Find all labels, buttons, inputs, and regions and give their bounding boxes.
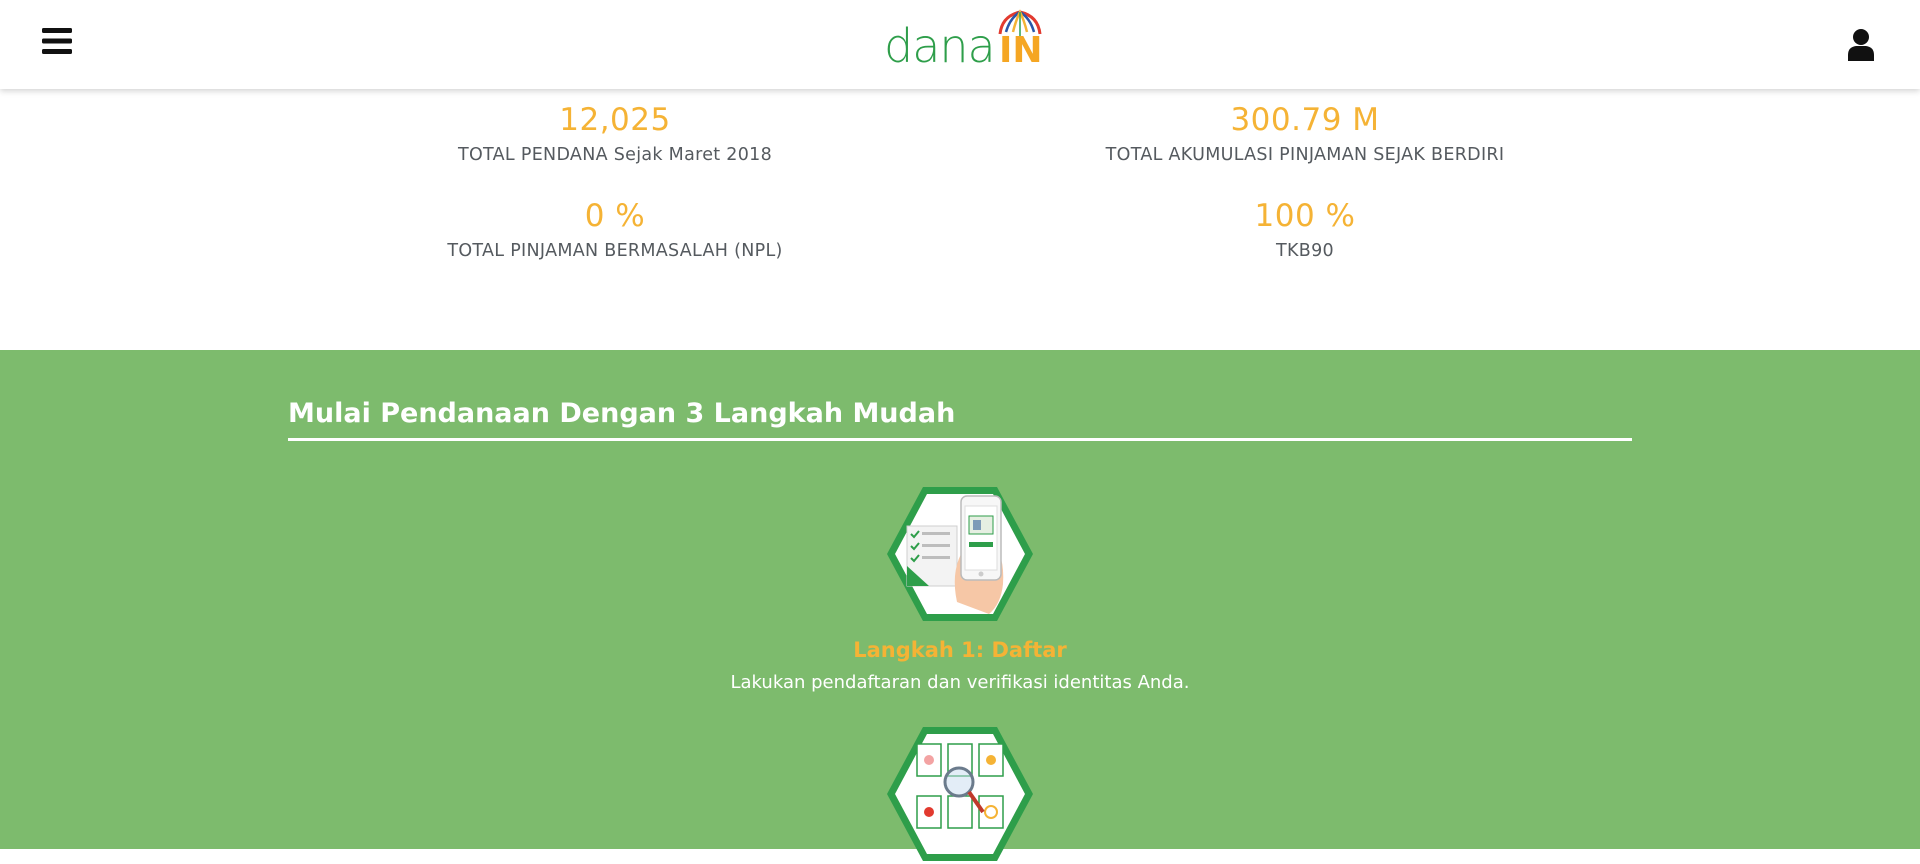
step-title: Langkah 1: Daftar (853, 638, 1067, 662)
svg-text:IN: IN (999, 30, 1042, 70)
stat-label: TOTAL AKUMULASI PINJAMAN SEJAK BERDIRI (1105, 145, 1505, 165)
stat-total-akumulasi: 300.79 M TOTAL AKUMULASI PINJAMAN SEJAK … (955, 101, 1655, 167)
stat-tkb90: 100 % TKB90 (955, 197, 1655, 263)
section-title: Mulai Pendanaan Dengan 3 Langkah Mudah (288, 398, 956, 429)
stat-value: 0 % (584, 198, 646, 234)
phone-registration-icon (887, 487, 1033, 621)
user-icon[interactable] (1846, 28, 1876, 62)
step-1: Langkah 1: Daftar Lakukan pendaftaran da… (660, 484, 1260, 693)
stat-label: TKB90 (1276, 241, 1334, 261)
stat-total-pendana: 12,025 TOTAL PENDANA Sejak Maret 2018 (265, 101, 965, 167)
step-description: Lakukan pendaftaran dan verifikasi ident… (730, 672, 1190, 693)
stat-label: TOTAL PINJAMAN BERMASALAH (NPL) (447, 241, 783, 261)
magnifier-documents-icon (887, 727, 1033, 861)
step-2 (660, 724, 1260, 864)
stat-value: 300.79 M (1230, 102, 1380, 138)
statistics-section: 12,025 TOTAL PENDANA Sejak Maret 2018 30… (0, 89, 1920, 350)
hamburger-menu-icon[interactable] (40, 26, 78, 64)
stat-label: TOTAL PENDANA Sejak Maret 2018 (457, 145, 773, 165)
top-header: dana IN (0, 0, 1920, 89)
stat-value: 12,025 (559, 102, 671, 138)
title-divider (288, 438, 1632, 441)
steps-section: Mulai Pendanaan Dengan 3 Langkah Mudah L… (0, 350, 1920, 861)
stat-npl: 0 % TOTAL PINJAMAN BERMASALAH (NPL) (265, 197, 965, 263)
stat-value: 100 % (1254, 198, 1356, 234)
danain-logo[interactable]: dana IN (882, 6, 1043, 73)
svg-text:dana: dana (884, 19, 995, 70)
